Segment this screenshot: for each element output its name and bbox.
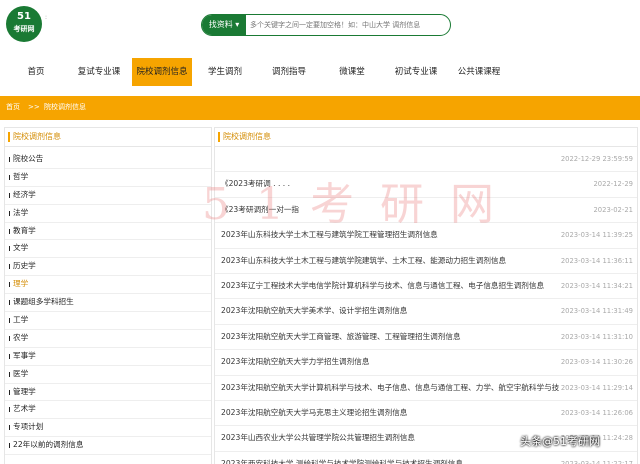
breadcrumb-current[interactable]: 院校调剂信息: [44, 96, 86, 118]
sidebar-item-philosophy[interactable]: 哲学: [5, 169, 211, 187]
sidebar-item-military[interactable]: 军事学: [5, 348, 211, 366]
news-date: 2023-03-14 11:26:06: [558, 400, 633, 425]
sidebar-item-history[interactable]: 历史学: [5, 258, 211, 277]
sidebar: 院校调剂信息 院校公告 哲学 经济学 法学 教育学 文学 历史学 理学 课题组多…: [4, 127, 212, 464]
news-title[interactable]: 2023年沈阳航空航天大学美术学、设计学招生调剂信息: [221, 299, 407, 323]
sidebar-item-announcements[interactable]: 院校公告: [5, 151, 211, 169]
news-item[interactable]: 2023年辽宁工程技术大学电信学院计算机科学与技术、信息与通信工程、电子信息招生…: [215, 273, 637, 300]
news-title[interactable]: 2023年山东科技大学土木工程与建筑学院工程管理招生调剂信息: [221, 223, 438, 247]
news-date: 2023-02-21: [591, 197, 633, 222]
news-item[interactable]: 2023年沈阳航空航天大学力学招生调剂信息 2023-03-14 11:30:26: [215, 350, 637, 376]
news-item[interactable]: 《2023考研调 . . . . 2022-12-29: [215, 172, 637, 198]
site-logo[interactable]: 51 考研网: [6, 6, 42, 42]
site-header: 51 考研网 : 找资料 ▾: [0, 0, 640, 52]
nav-micro-class[interactable]: 微课堂: [330, 58, 374, 86]
breadcrumb-separator: >>: [28, 103, 40, 111]
nav-school-adjustment[interactable]: 院校调剂信息: [132, 58, 192, 86]
news-title[interactable]: 《23考研调剂一对一指: [221, 198, 299, 222]
news-item[interactable]: 2023年沈阳航空航天大学计算机科学与技术、电子信息、信息与通信工程、力学、航空…: [215, 375, 637, 401]
logo-text: 考研网: [13, 25, 35, 33]
news-date: 2023-03-14 11:39:25: [558, 223, 633, 248]
sidebar-item-special-plan[interactable]: 专项计划: [5, 419, 211, 438]
sidebar-item-science[interactable]: 理学: [5, 276, 211, 295]
news-title[interactable]: 2023年沈阳航空航天大学马克思主义理论招生调剂信息: [221, 401, 407, 425]
news-date: 2022-12-29: [591, 172, 633, 197]
sidebar-item-economics[interactable]: 经济学: [5, 187, 211, 205]
search-box: 找资料 ▾: [201, 14, 451, 36]
caret-down-icon: ▾: [235, 20, 240, 29]
news-date: 2022-12-29 23:59:59: [558, 147, 633, 171]
breadcrumb: 首页 >> 院校调剂信息: [0, 96, 640, 120]
news-panel: 院校调剂信息 2022-12-29 23:59:59 《2023考研调 . . …: [214, 127, 638, 464]
nav-adjustment-guide[interactable]: 调剂指导: [264, 58, 314, 86]
news-title[interactable]: 2023年辽宁工程技术大学电信学院计算机科学与技术、信息与通信工程、电子信息招生…: [221, 274, 544, 298]
news-date: 2023-03-14 11:22:17: [558, 451, 633, 464]
news-title[interactable]: 2023年沈阳航空航天大学力学招生调剂信息: [221, 350, 369, 374]
nav-home[interactable]: 首页: [14, 58, 58, 86]
news-item[interactable]: 2023年西安科技大学 测绘科学与技术学院测绘科学与技术招生调剂信息 2023-0…: [215, 451, 637, 464]
news-title[interactable]: 2023年山东科技大学土木工程与建筑学院建筑学、土木工程、能源动力招生调剂信息: [221, 249, 506, 273]
sidebar-item-management[interactable]: 管理学: [5, 384, 211, 402]
search-category-button[interactable]: 找资料 ▾: [202, 15, 246, 35]
sidebar-item-engineering[interactable]: 工学: [5, 312, 211, 330]
news-title[interactable]: 2023年沈阳航空航天大学工商管理、旅游管理、工程管理招生调剂信息: [221, 325, 461, 349]
news-panel-title: 院校调剂信息: [215, 128, 637, 147]
nav-student-adjustment[interactable]: 学生调剂: [200, 58, 250, 86]
sidebar-item-medicine[interactable]: 医学: [5, 366, 211, 384]
news-list: 2022-12-29 23:59:59 《2023考研调 . . . . 2022…: [215, 147, 637, 464]
main-nav: 首页 复试专业课 院校调剂信息 学生调剂 调剂指导 微课堂 初试专业课 公共课课…: [0, 58, 640, 86]
search-category-label: 找资料: [208, 20, 233, 29]
news-item[interactable]: 2022-12-29 23:59:59: [215, 147, 637, 173]
news-item[interactable]: 2023年沈阳航空航天大学工商管理、旅游管理、工程管理招生调剂信息 2023-03…: [215, 324, 637, 351]
news-title[interactable]: 《2023考研调 . . . .: [221, 172, 290, 196]
news-date: 2023-03-14 11:31:49: [558, 299, 633, 324]
sidebar-item-art[interactable]: 艺术学: [5, 401, 211, 420]
sidebar-list: 院校公告 哲学 经济学 法学 教育学 文学 历史学 理学 课题组多学科招生 工学…: [5, 151, 211, 456]
news-title[interactable]: 2023年西安科技大学 测绘科学与技术学院测绘科学与技术招生调剂信息: [221, 452, 463, 464]
news-item[interactable]: 2023年沈阳航空航天大学马克思主义理论招生调剂信息 2023-03-14 11:…: [215, 400, 637, 427]
sidebar-item-law[interactable]: 法学: [5, 205, 211, 223]
nav-retest-courses[interactable]: 复试专业课: [70, 58, 128, 86]
nav-public-courses[interactable]: 公共课课程: [452, 58, 506, 86]
search-input[interactable]: [250, 17, 446, 33]
news-date: 2023-03-14 11:29:14: [558, 375, 633, 400]
news-item[interactable]: 2023年山东科技大学土木工程与建筑学院工程管理招生调剂信息 2023-03-14…: [215, 223, 637, 249]
sidebar-item-pre-2022[interactable]: 22年以前的调剂信息: [5, 437, 211, 456]
credit-watermark: 头条@51考研网: [520, 435, 600, 448]
news-item[interactable]: 2023年沈阳航空航天大学美术学、设计学招生调剂信息 2023-03-14 11:…: [215, 299, 637, 325]
news-date: 2023-03-14 11:30:26: [558, 350, 633, 375]
nav-first-exam-courses[interactable]: 初试专业课: [388, 58, 444, 86]
breadcrumb-home[interactable]: 首页: [6, 96, 20, 118]
sidebar-item-agriculture[interactable]: 农学: [5, 330, 211, 348]
news-item[interactable]: 《23考研调剂一对一指 2023-02-21: [215, 197, 637, 224]
news-title[interactable]: 2023年沈阳航空航天大学计算机科学与技术、电子信息、信息与通信工程、力学、航空…: [221, 376, 605, 400]
logo-number: 51: [17, 11, 31, 22]
sidebar-item-literature[interactable]: 文学: [5, 240, 211, 259]
news-item[interactable]: 2023年山东科技大学土木工程与建筑学院建筑学、土木工程、能源动力招生调剂信息 2…: [215, 248, 637, 274]
news-date: 2023-03-14 11:31:10: [558, 324, 633, 349]
news-date: 2023-03-14 11:36:11: [558, 248, 633, 273]
logo-separator: :: [45, 14, 48, 21]
news-date: 2023-03-14 11:34:21: [558, 273, 633, 298]
news-title[interactable]: 2023年山西农业大学公共管理学院公共管理招生调剂信息: [221, 426, 415, 450]
sidebar-item-education[interactable]: 教育学: [5, 223, 211, 241]
sidebar-item-research-group[interactable]: 课题组多学科招生: [5, 294, 211, 313]
sidebar-title: 院校调剂信息: [5, 128, 211, 147]
